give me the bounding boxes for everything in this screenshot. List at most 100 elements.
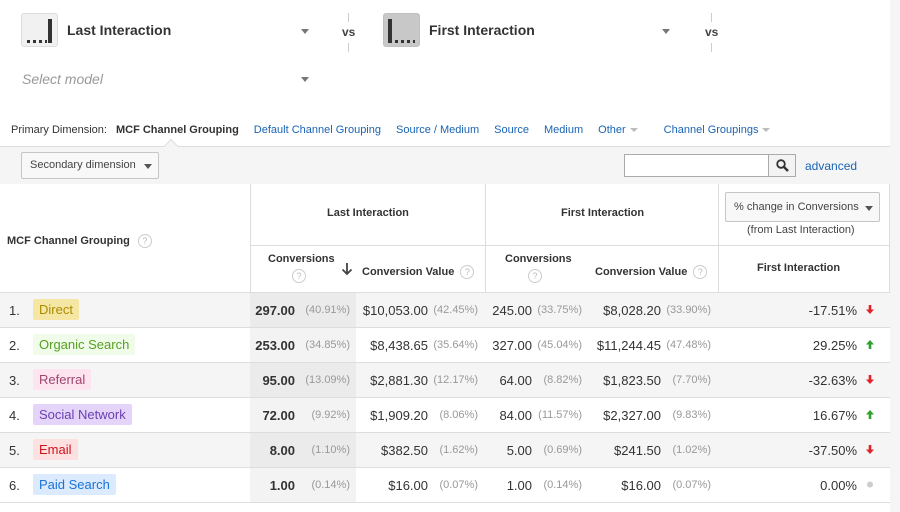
dimension-mcf-channel-grouping[interactable]: MCF Channel Grouping [116, 124, 239, 136]
column-header-label: Conversion Value [362, 265, 455, 278]
arrow-down-icon [866, 375, 874, 384]
li-conversions: 297.00 [255, 303, 295, 318]
channel-label[interactable]: Paid Search [33, 474, 116, 495]
fi-conversions-pct: (0.69%) [543, 444, 582, 456]
fi-conversions-pct: (8.82%) [543, 374, 582, 386]
dimension-source[interactable]: Source [494, 124, 529, 136]
channel-label[interactable]: Email [33, 439, 78, 460]
channel-label[interactable]: Social Network [33, 404, 132, 425]
fi-conversions: 245.00 [492, 303, 532, 318]
arrow-down-icon [866, 445, 874, 454]
table-row[interactable]: 5. Email 8.00 (1.10%) $382.50 (1.62%) 5.00 (0.6… [0, 433, 890, 468]
row-index: 4. [9, 408, 20, 423]
table-row[interactable]: 3. Referral 95.00 (13.09%) $2,881.30 (12.17%)… [0, 363, 890, 398]
percent-change: 16.67% [812, 408, 857, 423]
column-header-mcf-channel-grouping[interactable]: MCF Channel Grouping ? [7, 234, 152, 248]
percent-change-metric-dropdown[interactable]: % change in Conversions [725, 192, 880, 222]
help-icon[interactable]: ? [137, 234, 152, 248]
model-2-dropdown-arrow-icon[interactable] [662, 29, 670, 34]
search-button[interactable] [768, 154, 796, 177]
select-model-dropdown[interactable]: Select model [22, 71, 103, 87]
divider [348, 13, 349, 22]
neutral-dot-icon [867, 481, 873, 488]
search-icon [776, 159, 789, 172]
li-conversion-value-pct: (8.06%) [439, 409, 478, 421]
divider [889, 184, 890, 293]
divider [348, 43, 349, 52]
column-header-percent-change[interactable]: First Interaction [757, 262, 840, 274]
li-conversions-pct: (9.92%) [311, 409, 350, 421]
model-1-dropdown-arrow-icon[interactable] [301, 29, 309, 34]
li-conversions-pct: (0.14%) [311, 479, 350, 491]
model-selector-1[interactable]: Last Interaction [21, 12, 171, 48]
fi-conversions-pct: (33.75%) [537, 304, 582, 316]
arrow-up-icon [866, 340, 874, 349]
fi-conversion-value: $1,823.50 [603, 373, 661, 388]
li-conversion-value: $10,053.00 [362, 303, 428, 318]
table-row[interactable]: 4. Social Network 72.00 (9.92%) $1,909.20 (8.… [0, 398, 890, 433]
dimension-source-medium[interactable]: Source / Medium [396, 124, 479, 136]
column-header-li-conversions[interactable]: Conversions [268, 253, 335, 265]
percent-change-metric-label: % change in Conversions [734, 201, 859, 213]
divider [250, 184, 251, 293]
column-header-li-conversion-value[interactable]: Conversion Value ? [362, 265, 475, 279]
help-icon[interactable]: ? [292, 269, 306, 283]
fi-conversion-value: $11,244.45 [596, 338, 661, 353]
column-header-fi-conversions[interactable]: Conversions [505, 253, 572, 265]
dimension-other-dropdown[interactable]: Other [598, 124, 638, 136]
sort-descending-icon[interactable] [341, 262, 353, 276]
dimension-medium[interactable]: Medium [544, 124, 583, 136]
primary-dimension-label: Primary Dimension: [11, 124, 107, 136]
li-conversion-value-pct: (0.07%) [439, 479, 478, 491]
channel-label[interactable]: Referral [33, 369, 92, 390]
chevron-down-icon [865, 206, 873, 211]
fi-conversions: 327.00 [492, 338, 532, 353]
fi-conversion-value: $2,327.00 [603, 408, 661, 423]
channel-groupings-dropdown[interactable]: Channel Groupings [664, 124, 771, 136]
divider [711, 13, 712, 22]
fi-conversions-pct: (45.04%) [537, 339, 582, 351]
divider [718, 184, 719, 293]
fi-conversion-value-pct: (47.48%) [666, 339, 711, 351]
divider [250, 245, 890, 246]
fi-conversion-value: $16.00 [621, 478, 661, 493]
li-conversions-pct: (40.91%) [305, 304, 350, 316]
primary-dimension-bar: Primary Dimension: MCF Channel Grouping … [11, 124, 785, 136]
li-conversion-value: $382.50 [381, 443, 428, 458]
table-row[interactable]: 2. Organic Search 253.00 (34.85%) $8,438.65 (… [0, 328, 890, 363]
column-header-fi-conversion-value[interactable]: Conversion Value ? [595, 265, 708, 279]
row-index: 1. [9, 303, 20, 318]
vs-label-1: vs [342, 25, 356, 39]
table-search-input[interactable] [624, 154, 769, 177]
secondary-dimension-dropdown[interactable]: Secondary dimension [21, 152, 159, 179]
percent-change: 0.00% [820, 478, 857, 493]
channel-label[interactable]: Organic Search [33, 334, 136, 355]
table-row[interactable]: 1. Direct 297.00 (40.91%) $10,053.00 (42.45%)… [0, 293, 890, 328]
fi-conversion-value-pct: (0.07%) [672, 479, 711, 491]
fi-conversions: 5.00 [506, 443, 532, 458]
channel-label[interactable]: Direct [33, 299, 79, 320]
help-icon[interactable]: ? [693, 265, 708, 279]
percent-change: -37.50% [808, 443, 857, 458]
divider [711, 43, 712, 52]
table-row[interactable]: 6. Paid Search 1.00 (0.14%) $16.00 (0.07%) 1.0… [0, 468, 890, 503]
li-conversions: 1.00 [269, 478, 295, 493]
advanced-search-link[interactable]: advanced [805, 159, 857, 173]
column-header-label: MCF Channel Grouping [7, 234, 130, 247]
first-interaction-icon [383, 13, 420, 47]
secondary-dimension-label: Secondary dimension [30, 159, 136, 171]
fi-conversions: 1.00 [506, 478, 532, 493]
fi-conversion-value-pct: (7.70%) [672, 374, 711, 386]
fi-conversions: 64.00 [499, 373, 532, 388]
model-selector-2[interactable]: First Interaction [383, 12, 535, 48]
help-icon[interactable]: ? [460, 265, 475, 279]
select-model-arrow-icon[interactable] [301, 77, 309, 82]
dimension-default-channel-grouping[interactable]: Default Channel Grouping [254, 124, 381, 136]
help-icon[interactable]: ? [528, 269, 542, 283]
column-header-label: Conversion Value [595, 265, 688, 278]
arrow-down-icon [866, 305, 874, 314]
fi-conversions: 84.00 [499, 408, 532, 423]
li-conversion-value: $1,909.20 [370, 408, 428, 423]
li-conversion-value-pct: (12.17%) [433, 374, 478, 386]
model-2-name: First Interaction [429, 22, 535, 38]
